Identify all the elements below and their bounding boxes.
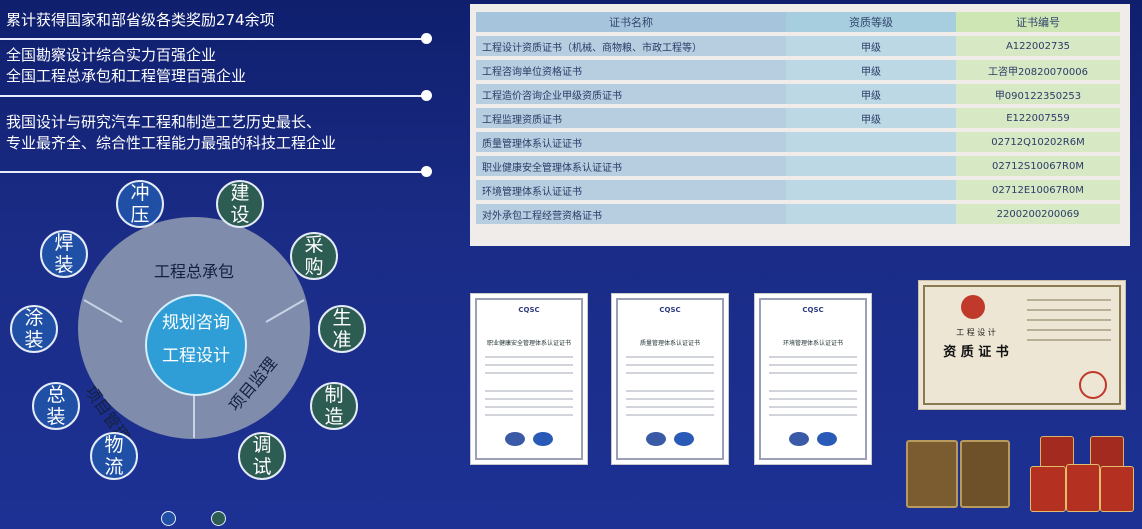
plaque-icon xyxy=(960,440,1010,508)
satellite-construction: 建设 xyxy=(216,180,264,228)
certificate-title: 质量管理体系认证证书 xyxy=(639,340,700,347)
cqsc-logo: CQSC xyxy=(802,306,824,314)
ring-label-epc: 工程总承包 xyxy=(153,262,234,281)
cell-cert-number: E122007559 xyxy=(956,108,1120,128)
cell-cert-number: 02712E10067R0M xyxy=(956,180,1120,200)
cell-cert-name: 质量管理体系认证证书 xyxy=(476,132,786,152)
satellite-stamping: 冲压 xyxy=(116,180,164,228)
satellite-assembly: 总装 xyxy=(32,382,80,430)
cell-grade: 甲级 xyxy=(786,108,956,128)
cell-grade xyxy=(786,156,956,176)
cnas-mark-icon xyxy=(789,432,809,446)
satellite-welding: 焊装 xyxy=(40,230,88,278)
cell-cert-name: 工程造价咨询企业甲级资质证书 xyxy=(476,84,786,104)
certificate-table: 证书名称 资质等级 证书编号 工程设计资质证书（机械、商物粮、市政工程等） 甲级… xyxy=(476,8,1120,228)
cnas-mark-icon xyxy=(505,432,525,446)
iaf-mark-icon xyxy=(533,432,553,446)
cell-cert-name: 职业健康安全管理体系认证证书 xyxy=(476,156,786,176)
ohs-certificate-image: CQSC 职业健康安全管理体系认证证书 xyxy=(470,293,588,465)
certificate-title: 职业健康安全管理体系认证证书 xyxy=(486,340,571,347)
iaf-mark-icon xyxy=(817,432,837,446)
small-dot-green xyxy=(211,511,226,526)
cqsc-logo: CQSC xyxy=(518,306,540,314)
trophy-plaque-icon xyxy=(1030,466,1066,512)
core-label-2: 工程设计 xyxy=(162,346,230,366)
environment-certificate-image: CQSC 环境管理体系认证证书 xyxy=(754,293,872,465)
national-emblem-icon xyxy=(961,295,985,319)
trophy-plaque-icon xyxy=(1066,464,1100,512)
cell-grade xyxy=(786,132,956,152)
certificate-title: 环境管理体系认证证书 xyxy=(782,340,843,347)
iaf-mark-icon xyxy=(674,432,694,446)
table-row: 质量管理体系认证证书 02712Q10202R6M xyxy=(476,132,1120,152)
cell-cert-number: 甲090122350253 xyxy=(956,84,1120,104)
satellite-manufacturing: 制造 xyxy=(310,382,358,430)
table-row: 工程造价咨询企业甲级资质证书 甲级 甲090122350253 xyxy=(476,84,1120,104)
header-cert-name: 证书名称 xyxy=(476,12,786,32)
table-row: 工程设计资质证书（机械、商物粮、市政工程等） 甲级 A122002735 xyxy=(476,36,1120,56)
cell-cert-name: 对外承包工程经营资格证书 xyxy=(476,204,786,224)
cell-grade: 甲级 xyxy=(786,84,956,104)
cqsc-logo: CQSC xyxy=(659,306,681,314)
cell-cert-name: 工程咨询单位资格证书 xyxy=(476,60,786,80)
satellite-production-prep: 生准 xyxy=(318,305,366,353)
table-row: 工程咨询单位资格证书 甲级 工咨甲20820070006 xyxy=(476,60,1120,80)
satellite-painting: 涂装 xyxy=(10,305,58,353)
table-row: 职业健康安全管理体系认证证书 02712S10067R0M xyxy=(476,156,1120,176)
certificate-table-panel: 证书名称 资质等级 证书编号 工程设计资质证书（机械、商物粮、市政工程等） 甲级… xyxy=(470,4,1130,246)
plaque-icon xyxy=(906,440,958,508)
cnas-mark-icon xyxy=(646,432,666,446)
table-header-row: 证书名称 资质等级 证书编号 xyxy=(476,12,1120,32)
cell-cert-name: 工程设计资质证书（机械、商物粮、市政工程等） xyxy=(476,36,786,56)
cell-cert-number: 02712S10067R0M xyxy=(956,156,1120,176)
cell-grade xyxy=(786,204,956,224)
table-row: 对外承包工程经营资格证书 2200200200069 xyxy=(476,204,1120,224)
trophy-plaque-icon xyxy=(1100,466,1134,512)
quality-certificate-image: CQSC 质量管理体系认证证书 xyxy=(611,293,729,465)
official-seal-icon xyxy=(1079,371,1107,399)
cell-cert-number: 2200200200069 xyxy=(956,204,1120,224)
cell-grade: 甲级 xyxy=(786,60,956,80)
zizhi-line-2: 资 质 证 书 xyxy=(943,345,1009,360)
header-cert-number: 证书编号 xyxy=(956,12,1120,32)
header-grade: 资质等级 xyxy=(786,12,956,32)
cell-cert-name: 工程监理资质证书 xyxy=(476,108,786,128)
cell-cert-number: A122002735 xyxy=(956,36,1120,56)
satellite-commissioning: 调试 xyxy=(238,432,286,480)
cell-grade xyxy=(786,180,956,200)
design-qualification-certificate-image: 工 程 设 计 资 质 证 书 xyxy=(918,280,1126,410)
core-label-1: 规划咨询 xyxy=(162,313,230,333)
small-dot-blue xyxy=(161,511,176,526)
cell-grade: 甲级 xyxy=(786,36,956,56)
zizhi-line-1: 工 程 设 计 xyxy=(956,328,996,337)
satellite-procurement: 采购 xyxy=(290,232,338,280)
cell-cert-number: 工咨甲20820070006 xyxy=(956,60,1120,80)
table-row: 环境管理体系认证证书 02712E10067R0M xyxy=(476,180,1120,200)
cell-cert-name: 环境管理体系认证证书 xyxy=(476,180,786,200)
cell-cert-number: 02712Q10202R6M xyxy=(956,132,1120,152)
satellite-logistics: 物流 xyxy=(90,432,138,480)
table-row: 工程监理资质证书 甲级 E122007559 xyxy=(476,108,1120,128)
